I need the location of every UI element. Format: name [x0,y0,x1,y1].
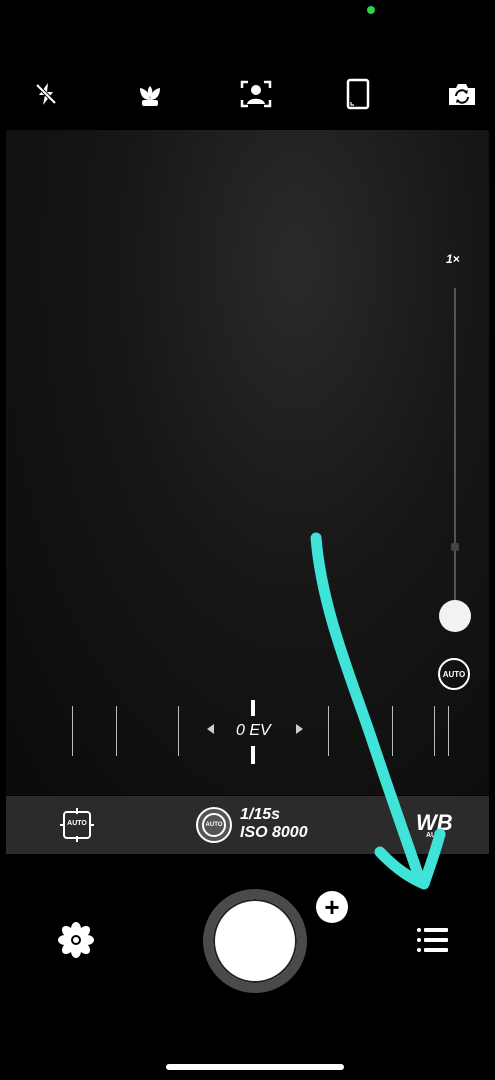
white-balance-mode: AUTO [426,832,446,839]
ev-scale-tick [392,706,393,756]
focus-mode-label: AUTO [67,820,87,827]
exposure-dial-icon: AUTO [196,807,232,843]
camera-viewfinder[interactable] [6,130,489,795]
flash-off-icon[interactable] [28,76,64,112]
menu-list-icon[interactable] [412,922,452,958]
ev-scale-tick [328,706,329,756]
zoom-slider-track[interactable] [454,288,456,608]
switch-camera-icon[interactable] [444,76,480,112]
shutter-button[interactable] [203,889,307,993]
ev-increase-arrow-icon[interactable] [296,724,303,734]
ev-scale-tick [178,706,179,756]
plus-icon: + [324,892,340,922]
shutter-button-inner [217,903,293,979]
ev-scale-tick [72,706,73,756]
home-indicator[interactable] [166,1064,344,1070]
top-toolbar [0,62,495,126]
ev-center-marker [251,746,255,764]
ev-decrease-arrow-icon[interactable] [207,724,214,734]
exposure-compensation-scale[interactable]: 0 EV [40,700,460,764]
shutter-speed-value: 1/15s [240,806,281,823]
exposure-settings-button[interactable]: AUTO 1/15s ISO 8000 [196,804,326,846]
ev-scale-tick [116,706,117,756]
exposure-mode-label: AUTO [202,813,226,837]
camera-in-use-indicator [367,6,375,14]
face-detect-icon[interactable] [238,76,274,112]
focus-mode-button[interactable]: AUTO [60,808,94,842]
zoom-slider-marker [451,543,459,551]
macro-icon[interactable] [132,76,168,112]
auto-mode-button[interactable]: AUTO [438,658,470,690]
zoom-level-label[interactable]: 1× [446,252,460,266]
aspect-ratio-icon[interactable] [340,76,376,112]
ev-scale-tick [434,706,435,756]
white-balance-button[interactable]: WB AUTO [410,810,460,846]
add-button[interactable]: + [316,891,348,923]
ev-center-marker [251,700,255,716]
iso-value: ISO 8000 [240,824,308,841]
filters-flower-icon[interactable] [56,920,96,960]
exposure-value-label: 0 EV [236,722,271,739]
ev-scale-tick [448,706,449,756]
manual-settings-bar: AUTO AUTO 1/15s ISO 8000 WB AUTO [6,796,489,854]
zoom-slider-handle[interactable] [439,600,471,632]
